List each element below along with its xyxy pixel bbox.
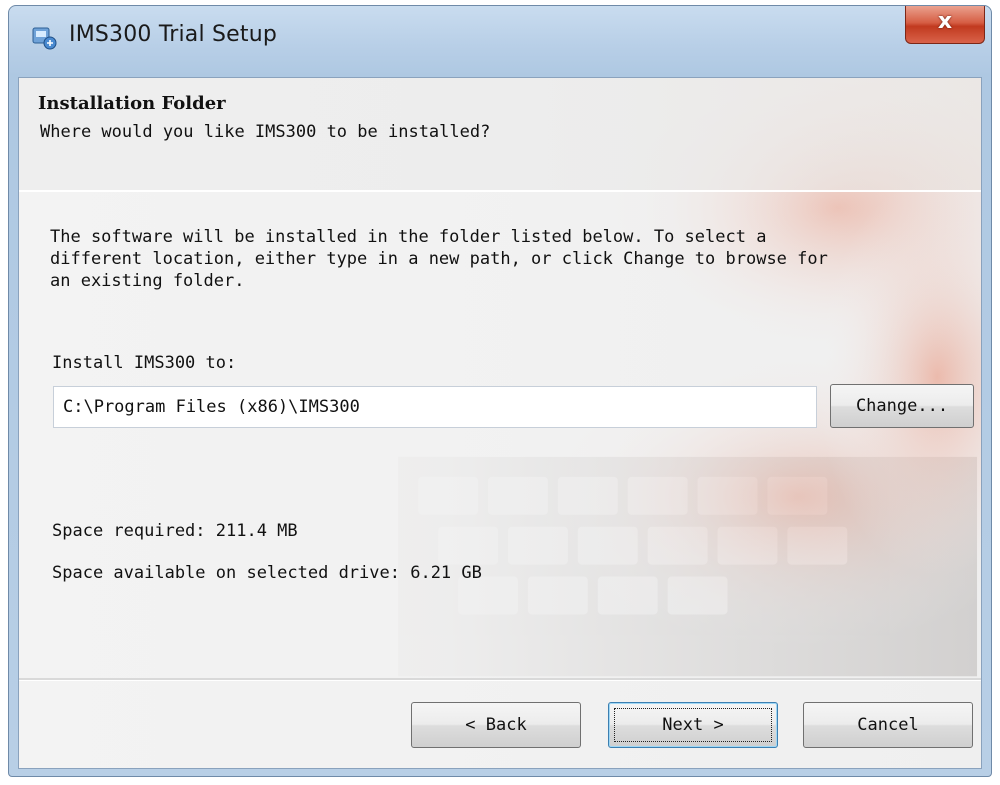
header-divider: [19, 190, 981, 192]
back-button-label: < Back: [465, 715, 527, 735]
close-button[interactable]: x: [905, 6, 985, 44]
change-button-label: Change...: [855, 396, 949, 416]
cancel-button-label: Cancel: [857, 715, 919, 735]
next-button[interactable]: Next >: [608, 702, 778, 748]
install-path-input[interactable]: [53, 386, 817, 428]
space-available-text: Space available on selected drive: 6.21 …: [52, 563, 482, 583]
footer-divider-highlight: [19, 680, 981, 681]
page-title: Installation Folder: [38, 93, 226, 114]
back-button[interactable]: < Back: [411, 702, 581, 748]
description-text: The software will be installed in the fo…: [50, 227, 828, 291]
installer-icon: [32, 27, 57, 50]
setup-window: IMS300 Trial Setup x Installation Folder…: [8, 5, 992, 777]
dialog-client-area: Installation Folder Where would you like…: [18, 77, 982, 769]
space-required-text: Space required: 211.4 MB: [52, 521, 298, 541]
cancel-button[interactable]: Cancel: [803, 702, 973, 748]
title-bar[interactable]: IMS300 Trial Setup x: [9, 6, 991, 76]
header-banner: Installation Folder Where would you like…: [19, 78, 981, 190]
close-icon: x: [937, 9, 953, 34]
window-title: IMS300 Trial Setup: [69, 22, 278, 47]
change-button[interactable]: Change...: [830, 384, 974, 428]
install-path-label: Install IMS300 to:: [52, 353, 237, 373]
focus-rectangle: [614, 708, 772, 742]
page-subtitle: Where would you like IMS300 to be instal…: [40, 122, 491, 142]
